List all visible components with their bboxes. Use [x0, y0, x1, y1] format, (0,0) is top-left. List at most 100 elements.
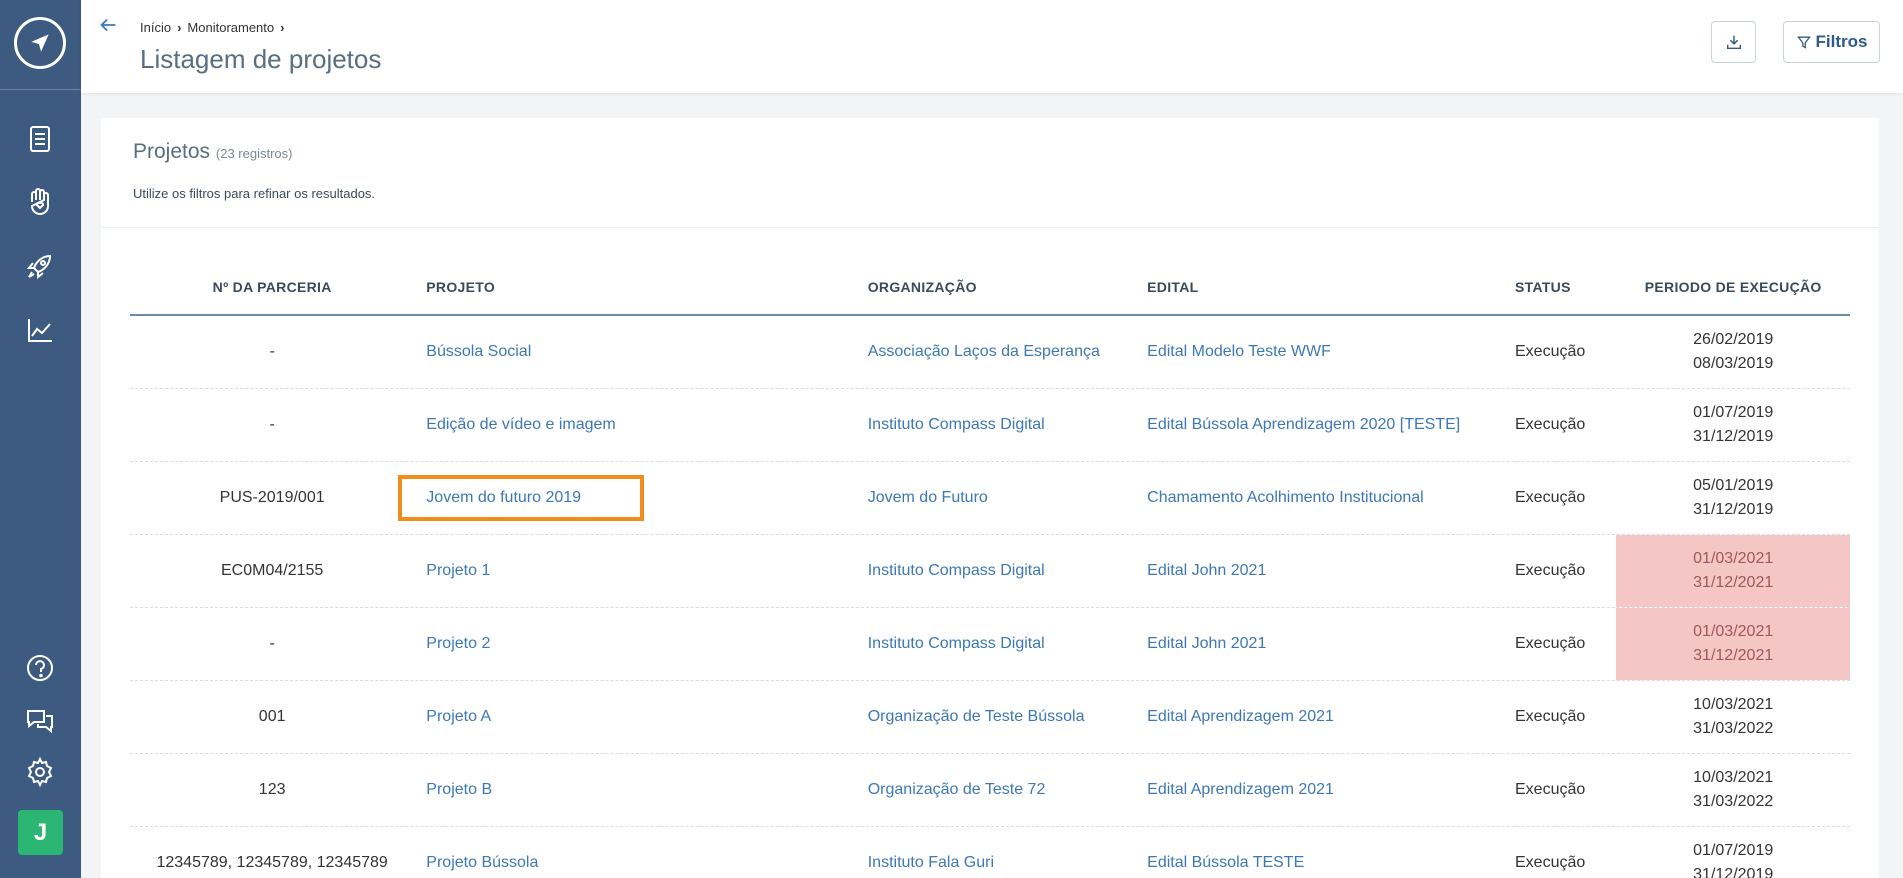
projeto-link[interactable]: Projeto Bússola: [426, 854, 538, 871]
periodo-fim: 08/03/2019: [1693, 355, 1774, 372]
status-cell: Execução: [1515, 635, 1586, 652]
card-title: Projetos (23 registros): [133, 140, 292, 164]
periodo-cell: 05/01/2019 31/12/2019: [1616, 462, 1850, 534]
organizacao-link[interactable]: Organização de Teste Bússola: [868, 708, 1085, 725]
organizacao-cell: Instituto Fala Guri: [856, 854, 1135, 872]
edital-link[interactable]: Edital Aprendizagem 2021: [1147, 708, 1334, 725]
table-header: Nº DA PARCERIA PROJETO ORGANIZAÇÃO EDITA…: [130, 260, 1850, 316]
status-cell: Execução: [1515, 781, 1586, 798]
parceria-cell: EC0M04/2155: [221, 562, 324, 579]
organizacao-cell: Jovem do Futuro: [856, 489, 1135, 507]
projeto-link[interactable]: Jovem do futuro 2019: [398, 475, 645, 521]
edital-cell: Edital Aprendizagem 2021: [1135, 708, 1505, 726]
periodo-fim: 31/12/2019: [1693, 501, 1774, 518]
organizacao-link[interactable]: Instituto Fala Guri: [868, 854, 994, 871]
avatar[interactable]: J: [18, 810, 63, 855]
organizacao-link[interactable]: Instituto Compass Digital: [868, 416, 1045, 433]
periodo-fim: 31/12/2019: [1693, 428, 1774, 445]
projeto-link[interactable]: Projeto 2: [426, 635, 490, 652]
periodo-cell: 01/03/2021 31/12/2021: [1616, 535, 1850, 607]
edital-cell: Edital John 2021: [1135, 562, 1505, 580]
table-row: - Edição de vídeo e imagem Instituto Compa…: [130, 389, 1850, 462]
edital-link[interactable]: Edital Modelo Teste WWF: [1147, 343, 1331, 360]
sidebar: J: [0, 0, 81, 878]
projeto-cell: Jovem do futuro 2019: [398, 475, 855, 521]
edital-cell: Chamamento Acolhimento Institucional: [1135, 489, 1505, 507]
filters-label: Filtros: [1815, 32, 1868, 51]
projeto-link[interactable]: Projeto A: [426, 708, 491, 725]
periodo-inicio: 10/03/2021: [1693, 769, 1774, 786]
column-header-edital[interactable]: EDITAL: [1135, 279, 1505, 295]
projeto-link[interactable]: Bússola Social: [426, 343, 531, 360]
status-cell: Execução: [1515, 562, 1586, 579]
record-count: (23 registros): [215, 146, 293, 161]
page-title: Listagem de projetos: [140, 44, 382, 74]
chat-icon[interactable]: [22, 702, 58, 738]
table-row: - Projeto 2 Instituto Compass Digital Edita…: [130, 608, 1850, 681]
periodo-inicio: 01/07/2019: [1693, 842, 1774, 859]
periodo-fim: 31/03/2022: [1693, 793, 1774, 810]
download-button[interactable]: [1711, 21, 1756, 63]
projects-card: Projetos (23 registros) Utilize os filtr…: [101, 118, 1879, 878]
edital-cell: Edital Modelo Teste WWF: [1135, 343, 1505, 361]
document-icon[interactable]: [22, 121, 58, 157]
projeto-cell: Projeto 1: [414, 562, 855, 580]
hand-heart-icon[interactable]: [22, 184, 58, 220]
column-header-periodo[interactable]: PERIODO DE EXECUÇÃO: [1616, 275, 1850, 299]
edital-link[interactable]: Edital John 2021: [1147, 562, 1266, 579]
edital-link[interactable]: Chamamento Acolhimento Institucional: [1147, 489, 1424, 506]
column-header-organizacao[interactable]: ORGANIZAÇÃO: [856, 279, 1135, 295]
organizacao-link[interactable]: Instituto Compass Digital: [868, 635, 1045, 652]
table-row: - Bússola Social Associação Laços da Esper…: [130, 316, 1850, 389]
card-header: Projetos (23 registros) Utilize os filtr…: [101, 118, 1879, 228]
periodo-cell: 10/03/2021 31/03/2022: [1616, 754, 1850, 826]
projeto-cell: Projeto A: [414, 708, 855, 726]
parceria-cell: -: [269, 343, 275, 360]
projeto-link[interactable]: Projeto B: [426, 781, 492, 798]
periodo-inicio: 01/03/2021: [1693, 623, 1774, 640]
periodo-cell: 01/03/2021 31/12/2021: [1616, 608, 1850, 680]
breadcrumb-monitoramento[interactable]: Monitoramento: [187, 20, 274, 35]
periodo-cell: 26/02/2019 08/03/2019: [1616, 316, 1850, 388]
card-subtitle: Utilize os filtros para refinar os resul…: [133, 186, 376, 201]
projeto-link[interactable]: Edição de vídeo e imagem: [426, 416, 615, 433]
periodo-inicio: 26/02/2019: [1693, 331, 1774, 348]
projects-table: Nº DA PARCERIA PROJETO ORGANIZAÇÃO EDITA…: [130, 260, 1850, 878]
periodo-cell: 01/07/2019 31/12/2019: [1616, 827, 1850, 878]
table-row: PUS-2019/001 Jovem do futuro 2019 Jovem do…: [130, 462, 1850, 535]
table-row: 123 Projeto B Organização de Teste 72 Edita…: [130, 754, 1850, 827]
edital-link[interactable]: Edital John 2021: [1147, 635, 1266, 652]
rocket-icon[interactable]: [22, 248, 58, 284]
periodo-inicio: 01/07/2019: [1693, 404, 1774, 421]
organizacao-cell: Instituto Compass Digital: [856, 562, 1135, 580]
column-header-parceria[interactable]: Nº DA PARCERIA: [130, 279, 414, 295]
periodo-fim: 31/12/2019: [1693, 866, 1774, 878]
edital-cell: Edital Aprendizagem 2021: [1135, 781, 1505, 799]
edital-cell: Edital Bússola Aprendizagem 2020 [TESTE]: [1135, 416, 1505, 434]
edital-link[interactable]: Edital Aprendizagem 2021: [1147, 781, 1334, 798]
compass-logo-icon[interactable]: [14, 17, 66, 69]
projeto-link[interactable]: Projeto 1: [426, 562, 490, 579]
status-cell: Execução: [1515, 489, 1586, 506]
back-arrow-icon[interactable]: [97, 14, 121, 38]
status-cell: Execução: [1515, 416, 1586, 433]
table-body: - Bússola Social Associação Laços da Esper…: [130, 316, 1850, 878]
edital-link[interactable]: Edital Bússola TESTE: [1147, 854, 1304, 871]
organizacao-link[interactable]: Organização de Teste 72: [868, 781, 1046, 798]
filters-button[interactable]: Filtros: [1783, 21, 1880, 63]
organizacao-link[interactable]: Jovem do Futuro: [868, 489, 988, 506]
help-icon[interactable]: [22, 650, 58, 686]
status-cell: Execução: [1515, 708, 1586, 725]
edital-link[interactable]: Edital Bússola Aprendizagem 2020 [TESTE]: [1147, 416, 1460, 433]
breadcrumb-separator: ›: [177, 20, 182, 35]
periodo-fim: 31/12/2021: [1693, 574, 1774, 591]
column-header-status[interactable]: STATUS: [1505, 279, 1616, 295]
gear-icon[interactable]: [22, 754, 58, 790]
organizacao-link[interactable]: Associação Laços da Esperança: [868, 343, 1100, 360]
organizacao-link[interactable]: Instituto Compass Digital: [868, 562, 1045, 579]
column-header-projeto[interactable]: PROJETO: [414, 279, 855, 295]
organizacao-cell: Associação Laços da Esperança: [856, 343, 1135, 361]
chart-icon[interactable]: [22, 312, 58, 348]
breadcrumb-inicio[interactable]: Início: [140, 20, 171, 35]
projeto-cell: Projeto 2: [414, 635, 855, 653]
